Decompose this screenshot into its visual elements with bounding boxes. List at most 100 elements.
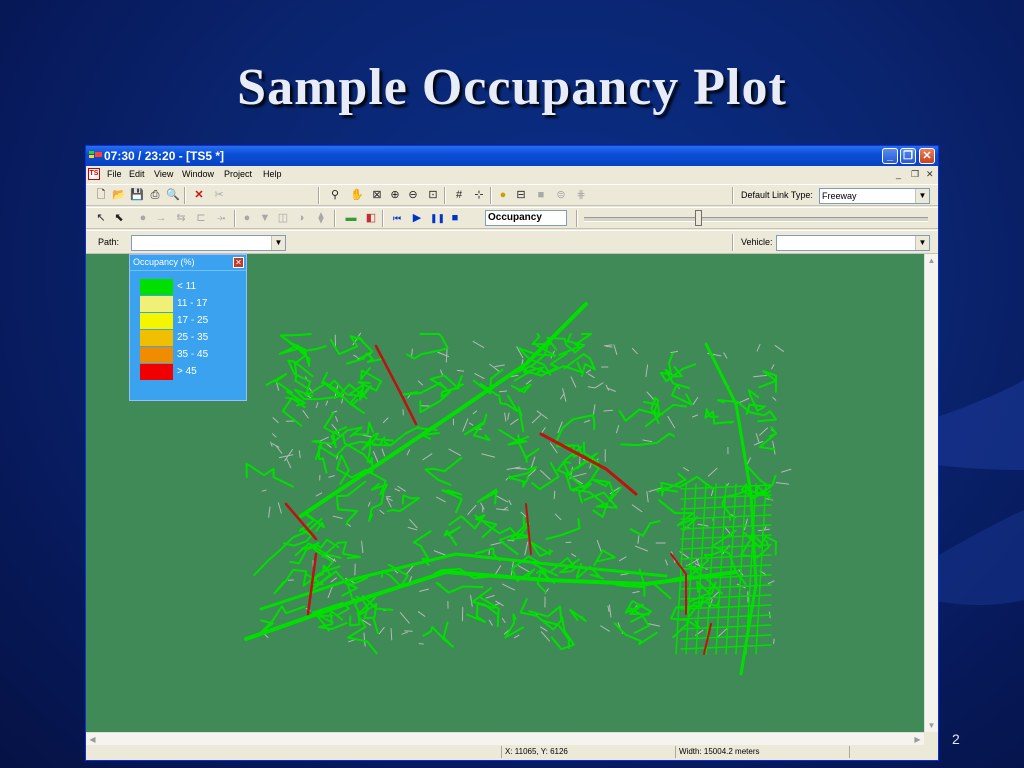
select-node-icon[interactable]: ⬉ <box>112 211 126 225</box>
merge-icon[interactable]: ⤞ <box>214 211 228 225</box>
minor-street <box>587 373 595 379</box>
menu-view[interactable]: View <box>154 169 173 179</box>
pipe-icon[interactable]: ⧫ <box>314 211 328 225</box>
minor-street <box>440 369 444 376</box>
minor-street <box>462 418 469 432</box>
lanes-icon[interactable]: ◫ <box>276 211 290 225</box>
circle-icon[interactable]: ● <box>136 211 150 225</box>
time-slider-thumb[interactable] <box>695 210 702 226</box>
pan-hand-icon[interactable]: ✋ <box>350 188 364 202</box>
time-slider[interactable] <box>584 217 928 222</box>
legend-titlebar[interactable]: Occupancy (%) ✕ <box>130 255 246 271</box>
signal-icon[interactable]: ● <box>496 188 510 202</box>
chevron-down-icon[interactable]: ▼ <box>271 236 285 250</box>
minimize-button[interactable]: _ <box>882 148 898 164</box>
document-icon[interactable]: TS <box>88 168 100 180</box>
legend-item: > 45 <box>140 364 240 380</box>
minor-street <box>553 490 556 500</box>
menu-help[interactable]: Help <box>263 169 282 179</box>
zoom-out-icon[interactable]: ⊖ <box>406 188 420 202</box>
path-select[interactable]: ▼ <box>131 235 286 251</box>
menu-bar: TS File Edit View Window Project Help _ … <box>86 166 938 183</box>
scroll-up-icon[interactable]: ▲ <box>925 254 938 267</box>
status-empty <box>849 746 938 758</box>
grid-street <box>755 483 767 655</box>
minor-street <box>504 412 507 422</box>
select-arrow-icon[interactable]: ↖ <box>94 211 108 225</box>
zoom-extent-icon[interactable]: ⊡ <box>426 188 440 202</box>
minor-street <box>772 440 776 455</box>
menu-project[interactable]: Project <box>224 169 252 179</box>
play-icon[interactable]: ▶ <box>410 211 424 225</box>
legend-close-icon[interactable]: ✕ <box>233 257 244 268</box>
minor-street <box>330 577 337 583</box>
lane-icon[interactable]: ⊜ <box>554 188 568 202</box>
display-mode-field[interactable]: Occupancy <box>485 210 567 226</box>
horizontal-scrollbar[interactable]: ◀ ▶ <box>86 732 924 745</box>
minor-street <box>594 382 604 389</box>
triangle-icon[interactable]: ▼ <box>258 211 272 225</box>
map-icon[interactable]: ◧ <box>364 211 378 225</box>
road-link <box>479 382 519 413</box>
zoom-in-icon[interactable]: ⊕ <box>388 188 402 202</box>
minor-street <box>540 469 551 480</box>
vertical-scrollbar[interactable]: ▲ ▼ <box>924 254 938 732</box>
road-link <box>476 488 499 505</box>
road-link <box>550 616 575 651</box>
stop-sign-icon[interactable]: ⊟ <box>514 188 528 202</box>
zoom-box-icon[interactable]: ⊠ <box>370 188 384 202</box>
road-link <box>366 432 380 463</box>
main-toolbar: 🗋 📂 💾 ⎙ 🔍 ✕ ✂ ⚲ ✋ ⊠ ⊕ ⊖ ⊡ # ⊹ ● ⊟ ■ ⊜ ⋕ … <box>86 184 938 206</box>
minor-street <box>744 518 748 531</box>
save-icon[interactable]: 💾 <box>130 188 144 202</box>
grid-icon[interactable]: # <box>452 188 466 202</box>
link-icon[interactable]: ⊏ <box>194 211 208 225</box>
occupancy-legend[interactable]: Occupancy (%) ✕ < 11 11 - 17 17 - 25 25 … <box>129 254 247 401</box>
dot-icon[interactable]: ● <box>240 211 254 225</box>
minor-street <box>605 384 610 391</box>
cut-icon[interactable]: ✂ <box>212 188 226 202</box>
arrow-right-icon[interactable]: → <box>154 211 168 225</box>
window-titlebar[interactable]: 07:30 / 23:20 - [TS5 *] _ ❐ ✕ <box>86 146 938 166</box>
minor-street <box>631 347 638 355</box>
stop-icon[interactable]: ■ <box>448 211 462 225</box>
minor-street <box>618 556 627 562</box>
new-icon[interactable]: 🗋 <box>94 188 108 202</box>
two-way-icon[interactable]: ⇆ <box>174 211 188 225</box>
mdi-close-button[interactable]: ✕ <box>926 169 934 180</box>
minor-street <box>489 363 501 373</box>
print-icon[interactable]: ⎙ <box>148 188 162 202</box>
minor-street <box>615 425 620 434</box>
menu-file[interactable]: File <box>107 169 122 179</box>
minor-street <box>613 344 618 356</box>
node-icon[interactable]: ⊹ <box>472 188 486 202</box>
open-icon[interactable]: 📂 <box>112 188 126 202</box>
minor-street <box>353 354 358 358</box>
split-icon[interactable]: ◑ <box>294 211 308 225</box>
scroll-down-icon[interactable]: ▼ <box>925 719 938 732</box>
menu-window[interactable]: Window <box>182 169 214 179</box>
close-button[interactable]: ✕ <box>919 148 935 164</box>
mdi-minimize-button[interactable]: _ <box>896 169 901 179</box>
chevron-down-icon[interactable]: ▼ <box>915 189 929 203</box>
restore-button[interactable]: ❐ <box>900 148 916 164</box>
minor-street <box>272 433 277 438</box>
chevron-down-icon[interactable]: ▼ <box>915 236 929 250</box>
minor-street <box>723 352 728 359</box>
minor-street <box>382 417 389 424</box>
minor-street <box>433 550 447 556</box>
minor-street <box>759 427 769 436</box>
rewind-icon[interactable]: ⏮ <box>390 211 404 225</box>
default-link-type-select[interactable]: Freeway ▼ <box>819 188 930 204</box>
delete-icon[interactable]: ✕ <box>192 188 206 202</box>
vehicle-select[interactable]: ▼ <box>776 235 930 251</box>
print-preview-icon[interactable]: 🔍 <box>166 188 180 202</box>
pause-icon[interactable]: ❚❚ <box>430 211 445 225</box>
export-icon[interactable]: ⋕ <box>574 188 588 202</box>
measure-icon[interactable]: ⚲ <box>328 188 342 202</box>
menu-edit[interactable]: Edit <box>129 169 145 179</box>
minor-street <box>472 410 478 415</box>
chart-icon[interactable]: ▬ <box>344 211 358 225</box>
detector-icon[interactable]: ■ <box>534 188 548 202</box>
mdi-restore-button[interactable]: ❐ <box>911 169 919 180</box>
